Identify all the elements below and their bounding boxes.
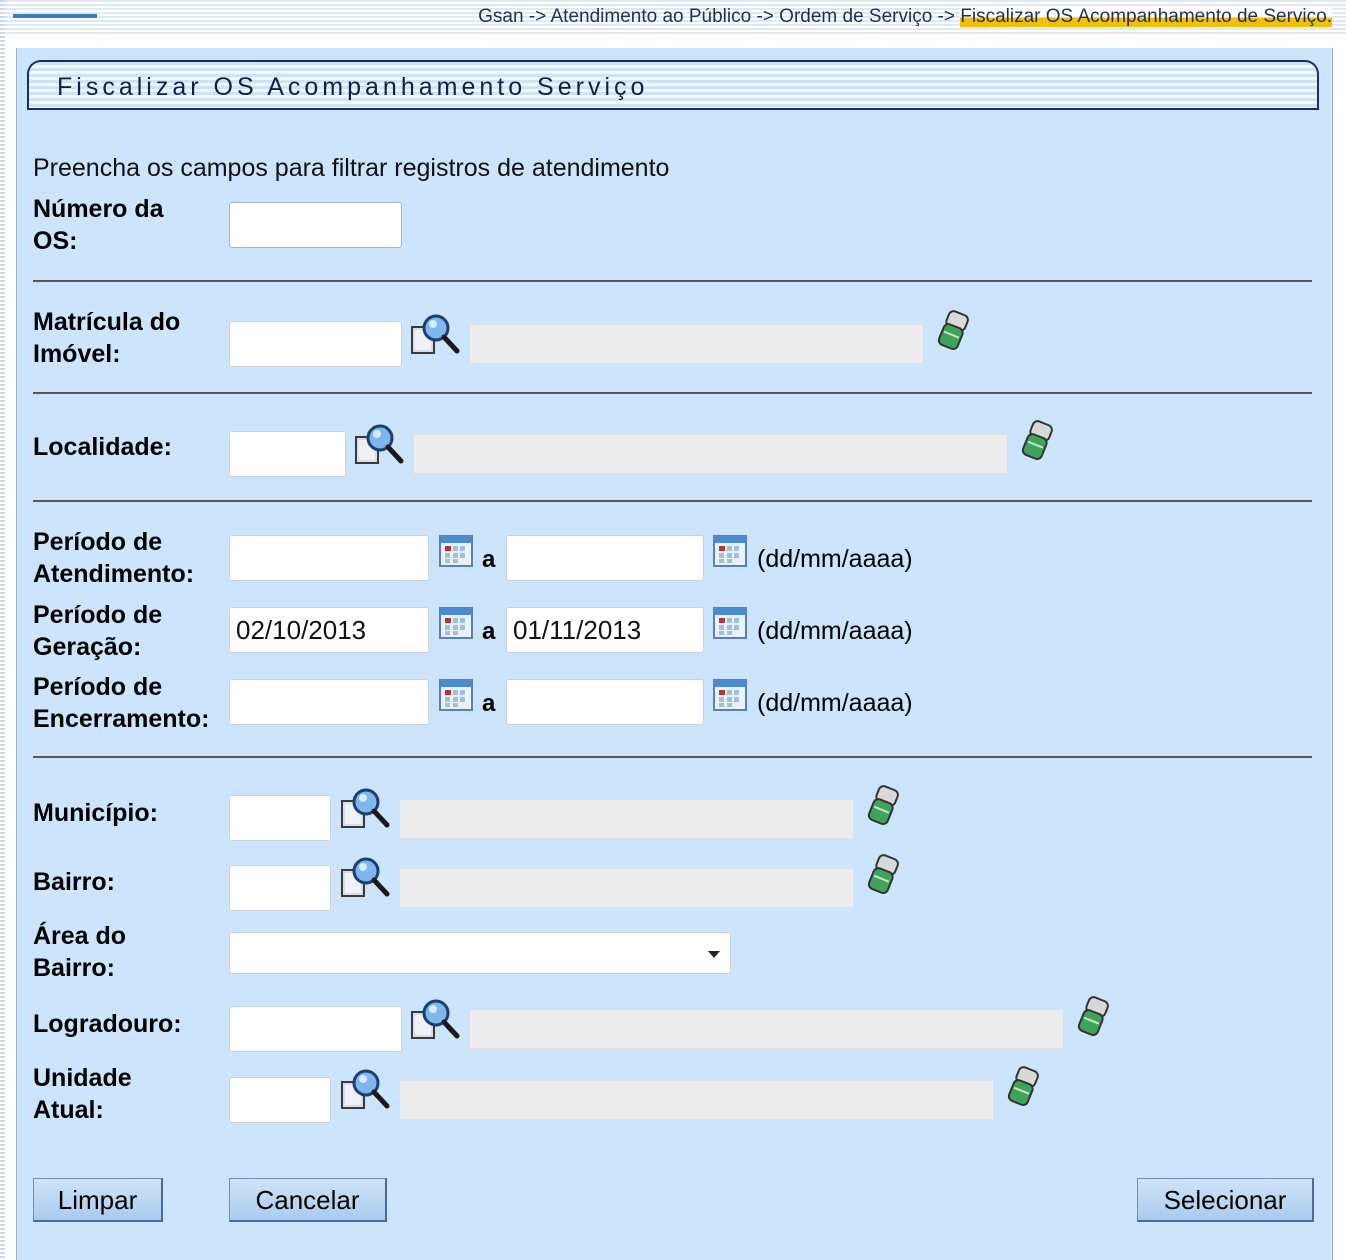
calendar-icon[interactable]: [713, 607, 747, 639]
periodo-atendimento-label-line1: Período de: [33, 528, 163, 556]
calendar-icon[interactable]: [439, 679, 473, 711]
geracao-inicio-input[interactable]: [229, 607, 429, 653]
cancelar-button[interactable]: Cancelar: [229, 1178, 387, 1222]
top-tab-indicator: [13, 14, 97, 18]
left-stripe: [0, 0, 5, 1260]
divider: [33, 500, 1312, 502]
periodo-encerramento-label: Período de Encerramento:: [33, 671, 209, 735]
search-icon[interactable]: [409, 996, 463, 1042]
limpar-button[interactable]: Limpar: [33, 1178, 163, 1222]
calendar-icon[interactable]: [439, 535, 473, 567]
unidade-atual-description: [399, 1080, 994, 1120]
matricula-label-line2: Imóvel:: [33, 340, 121, 368]
top-band: Gsan -> Atendimento ao Público -> Ordem …: [5, 0, 1346, 36]
date-format-hint: (dd/mm/aaaa): [757, 689, 913, 717]
periodo-geracao-label: Período de Geração:: [33, 599, 162, 663]
range-separator: a: [482, 618, 496, 645]
chevron-down-icon: [708, 951, 720, 958]
page-title: Fiscalizar OS Acompanhamento Serviço: [57, 73, 649, 101]
periodo-encerramento-label-line1: Período de: [33, 673, 163, 701]
periodo-encerramento-label-line2: Encerramento:: [33, 705, 210, 733]
breadcrumb: Gsan -> Atendimento ao Público -> Ordem …: [478, 6, 1332, 28]
eraser-icon[interactable]: [1003, 1062, 1043, 1112]
range-separator: a: [482, 546, 496, 573]
area-bairro-label-line1: Área do: [33, 922, 127, 950]
encerramento-fim-input[interactable]: [506, 679, 704, 725]
unidade-atual-label: Unidade Atual:: [33, 1062, 132, 1126]
matricula-label-line1: Matrícula do: [33, 308, 181, 336]
eraser-icon[interactable]: [1073, 992, 1113, 1042]
numero-os-label-line2: OS:: [33, 227, 78, 255]
date-format-hint: (dd/mm/aaaa): [757, 617, 913, 645]
bairro-description: [399, 868, 854, 908]
logradouro-description: [469, 1009, 1064, 1049]
breadcrumb-path: Gsan -> Atendimento ao Público -> Ordem …: [478, 6, 961, 27]
search-icon[interactable]: [409, 311, 463, 357]
search-icon[interactable]: [339, 854, 393, 900]
area-bairro-label: Área do Bairro:: [33, 920, 126, 984]
area-bairro-label-line2: Bairro:: [33, 954, 115, 982]
municipio-input[interactable]: [229, 795, 331, 841]
matricula-label: Matrícula do Imóvel:: [33, 306, 180, 370]
search-icon[interactable]: [339, 785, 393, 831]
divider: [33, 280, 1312, 282]
calendar-icon[interactable]: [713, 535, 747, 567]
bairro-label: Bairro:: [33, 868, 115, 896]
unidade-atual-input[interactable]: [229, 1077, 331, 1123]
numero-os-label: Número da OS:: [33, 193, 164, 257]
breadcrumb-current: Fiscalizar OS Acompanhamento de Serviço.: [960, 6, 1332, 27]
calendar-icon[interactable]: [713, 679, 747, 711]
periodo-geracao-label-line1: Período de: [33, 601, 163, 629]
unidade-atual-label-line2: Atual:: [33, 1096, 104, 1124]
eraser-icon[interactable]: [933, 306, 973, 356]
eraser-icon[interactable]: [863, 850, 903, 900]
localidade-description: [413, 434, 1008, 474]
eraser-icon[interactable]: [863, 781, 903, 831]
unidade-atual-label-line1: Unidade: [33, 1064, 132, 1092]
atendimento-inicio-input[interactable]: [229, 535, 429, 581]
periodo-atendimento-label-line2: Atendimento:: [33, 560, 195, 588]
divider: [33, 756, 1312, 758]
eraser-icon[interactable]: [1017, 416, 1057, 466]
bairro-input[interactable]: [229, 865, 331, 911]
atendimento-fim-input[interactable]: [506, 535, 704, 581]
periodo-geracao-label-line2: Geração:: [33, 633, 142, 661]
geracao-fim-input[interactable]: [506, 607, 704, 653]
municipio-label: Município:: [33, 799, 158, 827]
matricula-input[interactable]: [229, 321, 402, 367]
range-separator: a: [482, 690, 496, 717]
date-format-hint: (dd/mm/aaaa): [757, 545, 913, 573]
logradouro-input[interactable]: [229, 1006, 402, 1052]
divider: [33, 392, 1312, 394]
localidade-input[interactable]: [229, 431, 346, 477]
calendar-icon[interactable]: [439, 607, 473, 639]
numero-os-label-line1: Número da: [33, 195, 164, 223]
numero-os-input[interactable]: [229, 202, 402, 248]
form-panel: Fiscalizar OS Acompanhamento Serviço Pre…: [16, 48, 1333, 1260]
instructions-text: Preencha os campos para filtrar registro…: [33, 154, 670, 182]
search-icon[interactable]: [353, 421, 407, 467]
search-icon[interactable]: [339, 1066, 393, 1112]
title-bar: Fiscalizar OS Acompanhamento Serviço: [27, 60, 1319, 110]
municipio-description: [399, 799, 854, 839]
encerramento-inicio-input[interactable]: [229, 679, 429, 725]
area-bairro-select[interactable]: [229, 932, 731, 974]
periodo-atendimento-label: Período de Atendimento:: [33, 526, 194, 590]
matricula-description: [469, 324, 924, 364]
logradouro-label: Logradouro:: [33, 1010, 182, 1038]
localidade-label: Localidade:: [33, 433, 172, 461]
selecionar-button[interactable]: Selecionar: [1137, 1178, 1314, 1222]
